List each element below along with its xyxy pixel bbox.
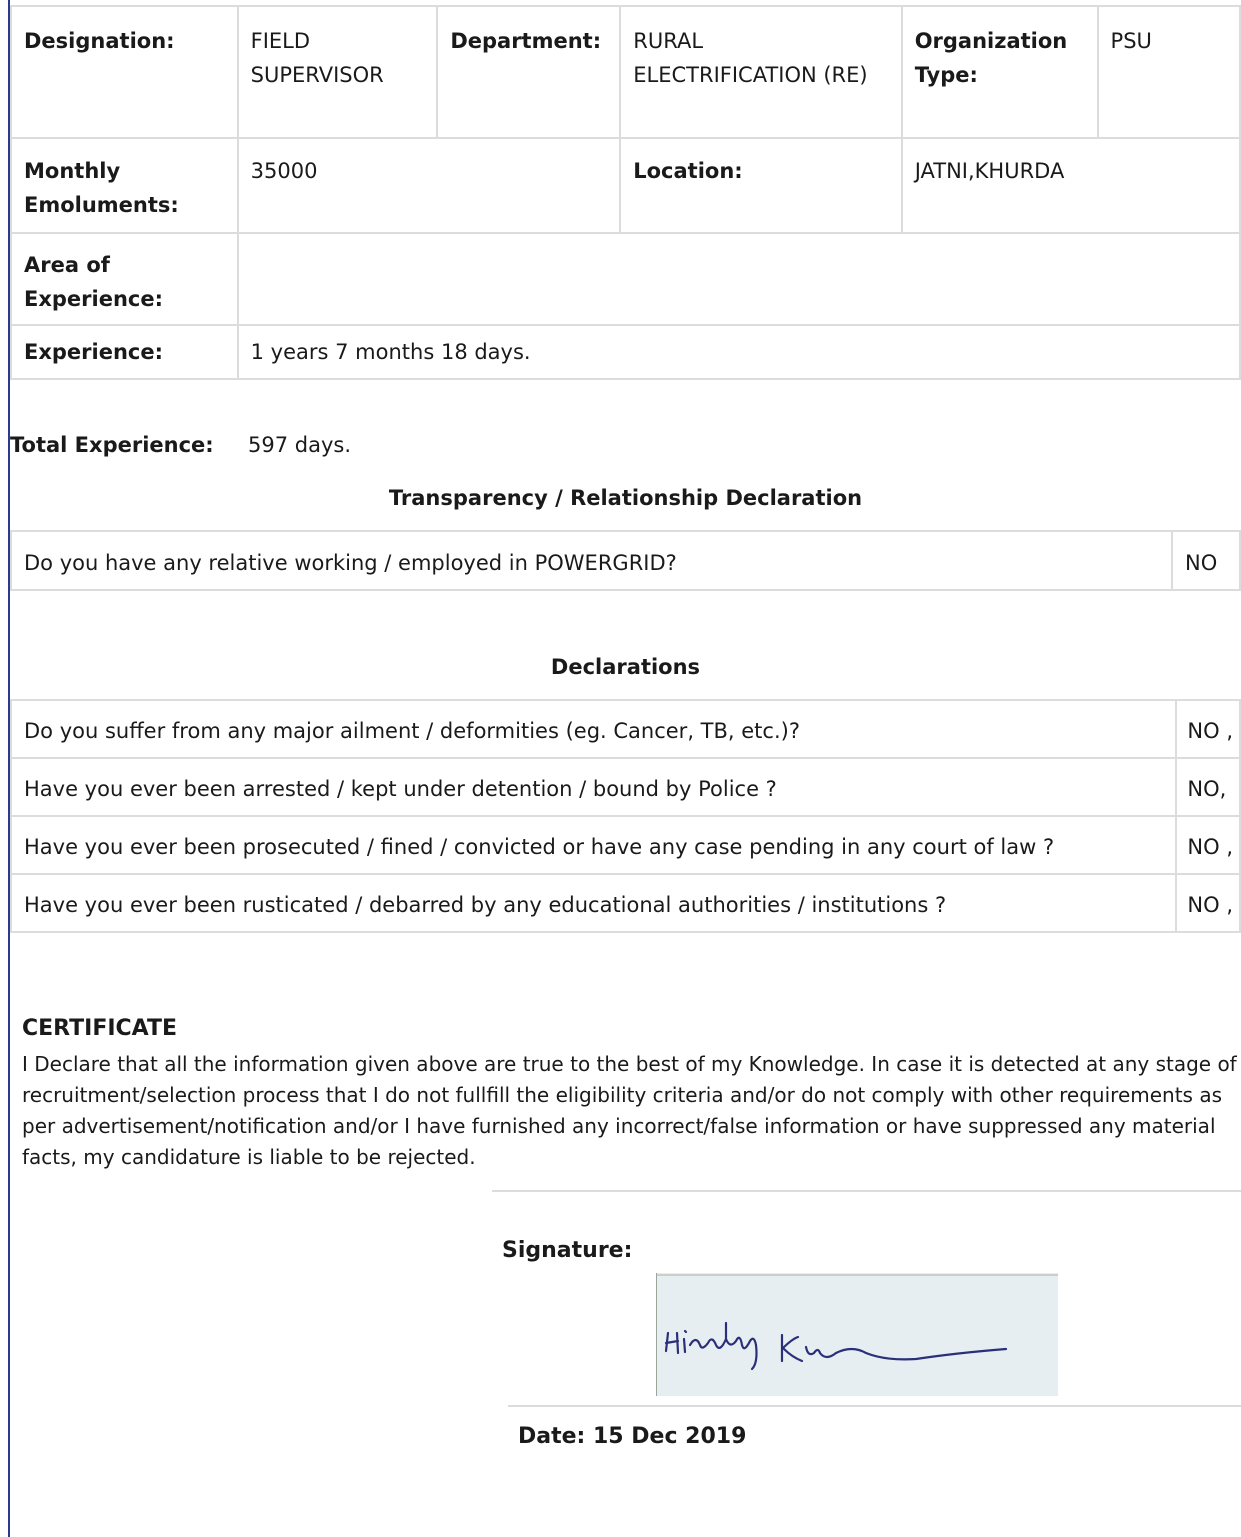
designation-value: FIELD SUPERVISOR [236, 5, 439, 139]
declaration-question: Have you ever been rusticated / debarred… [9, 873, 1178, 933]
location-value: JATNI,KHURDA [900, 137, 1241, 234]
declaration-row: Have you ever been rusticated / debarred… [9, 873, 1241, 933]
monthly-emoluments-label: Monthly Emoluments: [10, 137, 239, 234]
signature-image [655, 1273, 1058, 1396]
designation-label: Designation: [10, 5, 239, 139]
department-value: RURAL ELECTRIFICATION (RE) [619, 5, 903, 139]
declaration-answer: NO , [1175, 815, 1241, 875]
signature-divider [508, 1405, 1241, 1407]
relative-question: Do you have any relative working / emplo… [10, 530, 1173, 591]
certificate-divider [492, 1190, 1241, 1192]
declarations-table: Do you suffer from any major ailment / d… [9, 699, 1241, 933]
organization-type-value: PSU [1096, 5, 1241, 139]
handwritten-signature [655, 1273, 1058, 1396]
declaration-answer: NO , [1175, 699, 1241, 759]
declaration-question: Have you ever been arrested / kept under… [9, 757, 1178, 817]
declaration-answer: NO , [1175, 873, 1241, 933]
organization-type-label: Organization Type: [900, 5, 1099, 139]
declaration-row: Do you suffer from any major ailment / d… [9, 699, 1241, 759]
area-of-experience-value [236, 232, 1241, 326]
transparency-table: Do you have any relative working / emplo… [10, 530, 1241, 591]
declarations-heading: Declarations [550, 655, 701, 679]
experience-label: Experience: [10, 324, 239, 380]
total-experience-label: Total Experience: [10, 433, 214, 457]
declaration-row: Have you ever been prosecuted / fined / … [9, 815, 1241, 875]
monthly-emoluments-value: 35000 [236, 137, 622, 234]
certificate-title: CERTIFICATE [22, 1016, 178, 1041]
total-experience-row: Total Experience: 597 days. [10, 428, 351, 462]
declaration-answer: NO, [1175, 757, 1241, 817]
department-label: Department: [436, 5, 622, 139]
employment-details-table: Designation: FIELD SUPERVISOR Department… [10, 5, 1241, 380]
declaration-question: Have you ever been prosecuted / fined / … [9, 815, 1178, 875]
declaration-question: Do you suffer from any major ailment / d… [9, 699, 1178, 759]
total-experience-value: 597 days. [248, 433, 352, 457]
date-field: Date: 15 Dec 2019 [518, 1424, 747, 1449]
experience-value: 1 years 7 months 18 days. [236, 324, 1241, 380]
signature-label: Signature: [502, 1238, 633, 1263]
relative-answer: NO [1171, 530, 1241, 591]
declaration-row: Have you ever been arrested / kept under… [9, 757, 1241, 817]
location-label: Location: [619, 137, 903, 234]
certificate-text: I Declare that all the information given… [22, 1052, 1237, 1169]
transparency-heading: Transparency / Relationship Declaration [388, 486, 863, 510]
area-of-experience-label: Area of Experience: [10, 232, 239, 326]
